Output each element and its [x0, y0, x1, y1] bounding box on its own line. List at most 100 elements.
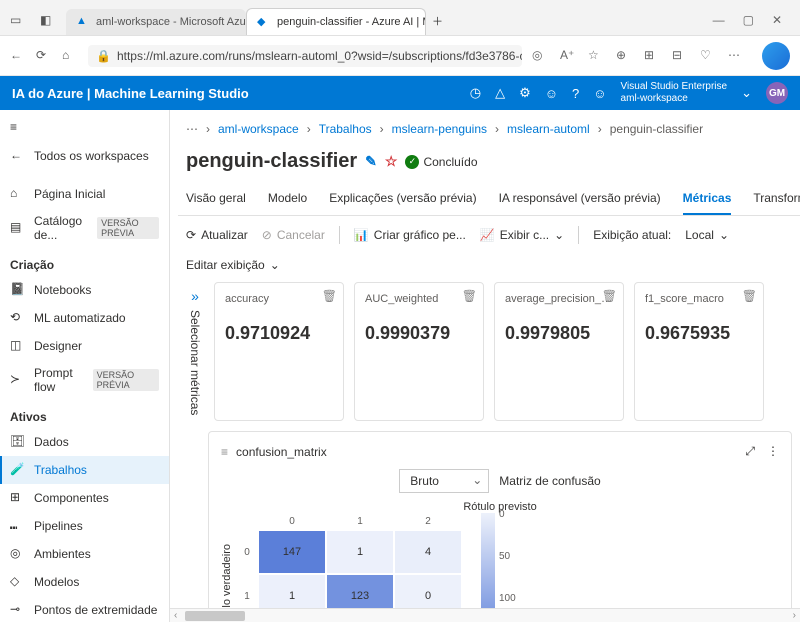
- select-metrics-panel[interactable]: Selecionar métricas: [186, 282, 204, 421]
- chevron-down-icon: ⌄: [554, 228, 564, 242]
- browser-tab-1[interactable]: ◆ penguin-classifier - Azure AI | M... ×: [246, 8, 426, 35]
- hamburger-menu[interactable]: ≡: [0, 114, 169, 142]
- feedback-icon[interactable]: ☺: [545, 86, 558, 101]
- metric-card[interactable]: 🗑AUC_weighted0.9990379: [354, 282, 484, 421]
- refresh-icon[interactable]: ⟳: [36, 48, 52, 64]
- product-title: IA do Azure | Machine Learning Studio: [12, 86, 249, 101]
- delete-icon[interactable]: 🗑: [742, 289, 757, 303]
- create-chart-button[interactable]: 📊Criar gráfico pe...: [354, 228, 466, 242]
- sidebar: ≡ ←Todos os workspaces ⌂Página Inicial ▤…: [0, 110, 170, 622]
- extensions-icon[interactable]: ⊞: [644, 48, 660, 64]
- cm-legend: 0 50 100 150: [481, 513, 495, 622]
- sidebar-modelos[interactable]: ◇Modelos: [0, 568, 169, 596]
- more-icon[interactable]: ⋯: [728, 48, 744, 64]
- avatar[interactable]: GM: [766, 82, 788, 104]
- sidebar-automl[interactable]: ⟲ML automatizado: [0, 304, 169, 332]
- tab-rai[interactable]: IA responsável (versão prévia): [499, 191, 661, 215]
- sidebar-componentes[interactable]: ⊞Componentes: [0, 484, 169, 512]
- sidebar-notebooks[interactable]: 📓Notebooks: [0, 276, 169, 304]
- scroll-left-icon[interactable]: ‹: [170, 610, 181, 621]
- azure-icon: ▲: [76, 15, 90, 29]
- crumb-jobs[interactable]: Trabalhos: [319, 122, 372, 136]
- delete-icon[interactable]: 🗑: [602, 289, 617, 303]
- line-chart-icon: 📈: [480, 228, 495, 242]
- sidebar-catalog[interactable]: ▤Catálogo de...VERSÃO PRÉVIA: [0, 208, 169, 248]
- workspaces-icon[interactable]: ◧: [40, 13, 56, 29]
- delete-icon[interactable]: 🗑: [322, 289, 337, 303]
- browser-tab-0[interactable]: ▲ aml-workspace - Microsoft Azur... ×: [66, 9, 246, 35]
- cm-type-selector[interactable]: Bruto: [399, 469, 489, 493]
- scroll-thumb[interactable]: [185, 611, 245, 621]
- new-tab-button[interactable]: ＋: [426, 7, 449, 35]
- sidebar-pipelines[interactable]: ⑉Pipelines: [0, 512, 169, 540]
- notifications-icon[interactable]: △: [495, 85, 505, 101]
- close-window-icon[interactable]: ✕: [772, 13, 782, 27]
- view-chart-button[interactable]: 📈Exibir c...⌄: [480, 228, 564, 242]
- crumb-ws[interactable]: aml-workspace: [218, 122, 299, 136]
- tab-metrics[interactable]: Métricas: [683, 191, 732, 215]
- back-icon[interactable]: ←: [10, 48, 26, 64]
- azure-icon: ◆: [257, 15, 271, 29]
- metric-name: f1_score_macro: [645, 293, 753, 305]
- edit-view-button[interactable]: Editar exibição⌄: [186, 258, 280, 272]
- catalog-icon: ▤: [10, 220, 26, 236]
- crumb-parent[interactable]: mslearn-automl: [507, 122, 590, 136]
- automl-icon: ⟲: [10, 310, 26, 326]
- sidebar-prompt[interactable]: ≻Prompt flowVERSÃO PRÉVIA: [0, 360, 169, 400]
- star-icon[interactable]: ☆: [385, 153, 398, 170]
- home-icon[interactable]: ⌂: [62, 48, 78, 64]
- bing-chat-icon[interactable]: [762, 42, 790, 70]
- metric-cards: 🗑accuracy0.9710924🗑AUC_weighted0.9990379…: [214, 282, 792, 421]
- sidebar-home[interactable]: ⌂Página Inicial: [0, 180, 169, 208]
- workspace-info[interactable]: Visual Studio Enterprise aml-workspace: [621, 81, 728, 105]
- settings-icon[interactable]: ⚙: [519, 85, 531, 101]
- tab-model[interactable]: Modelo: [268, 191, 307, 215]
- wallet-icon[interactable]: ♡: [700, 48, 716, 64]
- tab-explain[interactable]: Explicações (versão prévia): [329, 191, 476, 215]
- sidebar-trabalhos[interactable]: 🧪Trabalhos: [0, 456, 169, 484]
- chevron-down-icon[interactable]: ⌄: [741, 85, 752, 101]
- refresh-icon: ⟳: [186, 228, 196, 242]
- sidebar-dados[interactable]: 🗄Dados: [0, 428, 169, 456]
- metric-card[interactable]: 🗑average_precision_sco...0.9979805: [494, 282, 624, 421]
- clock-icon[interactable]: ◷: [470, 85, 481, 101]
- sidebar-designer[interactable]: ◫Designer: [0, 332, 169, 360]
- cm-col-header: 2: [425, 516, 431, 527]
- sidebar-endpoints[interactable]: ⊸Pontos de extremidade: [0, 596, 169, 622]
- metric-name: accuracy: [225, 293, 333, 305]
- metric-card[interactable]: 🗑accuracy0.9710924: [214, 282, 344, 421]
- personal-icon[interactable]: ▭: [10, 13, 26, 29]
- performance-icon[interactable]: ⊟: [672, 48, 688, 64]
- ws-line1: Visual Studio Enterprise: [621, 81, 728, 93]
- sidebar-ambientes[interactable]: ◎Ambientes: [0, 540, 169, 568]
- tab-overview[interactable]: Visão geral: [186, 191, 246, 215]
- favorite-icon[interactable]: ☆: [588, 48, 604, 64]
- expand-icon[interactable]: ⤢: [745, 444, 755, 459]
- more-icon[interactable]: ⋮: [767, 444, 779, 459]
- scroll-right-icon[interactable]: ›: [789, 610, 800, 621]
- smiley-icon[interactable]: ☺: [593, 86, 606, 101]
- maximize-icon[interactable]: ▢: [743, 13, 754, 27]
- collections-icon[interactable]: ⊕: [616, 48, 632, 64]
- crumb-exp[interactable]: mslearn-penguins: [392, 122, 487, 136]
- edit-icon[interactable]: ✎: [365, 153, 377, 170]
- help-icon[interactable]: ?: [572, 86, 579, 101]
- metric-card[interactable]: 🗑f1_score_macro 0.9675935: [634, 282, 764, 421]
- breadcrumb: ⋯› aml-workspace› Trabalhos› mslearn-pen…: [178, 118, 800, 140]
- cm-cell: 147: [259, 531, 325, 573]
- url-field[interactable]: 🔒 https://ml.azure.com/runs/mslearn-auto…: [88, 45, 522, 67]
- confusion-matrix-grid: 01201471411123024064: [237, 513, 461, 622]
- refresh-button[interactable]: ⟳Atualizar: [186, 228, 248, 242]
- menu-icon[interactable]: ≡: [221, 445, 228, 459]
- section-ativos: Ativos: [0, 400, 169, 428]
- minimize-icon[interactable]: —: [713, 13, 725, 27]
- more-breadcrumb-icon[interactable]: ⋯: [186, 122, 198, 136]
- read-aloud-icon[interactable]: A⁺: [560, 48, 576, 64]
- back-to-workspaces[interactable]: ←Todos os workspaces: [0, 142, 169, 170]
- horizontal-scrollbar[interactable]: ‹ ›: [170, 608, 800, 622]
- tab-transform[interactable]: Transformação de dados (ve: [753, 191, 800, 215]
- metric-value: 0.9675935: [645, 323, 753, 344]
- tracking-icon[interactable]: ◎: [532, 48, 548, 64]
- delete-icon[interactable]: 🗑: [462, 289, 477, 303]
- view-selector[interactable]: Local⌄: [685, 228, 729, 242]
